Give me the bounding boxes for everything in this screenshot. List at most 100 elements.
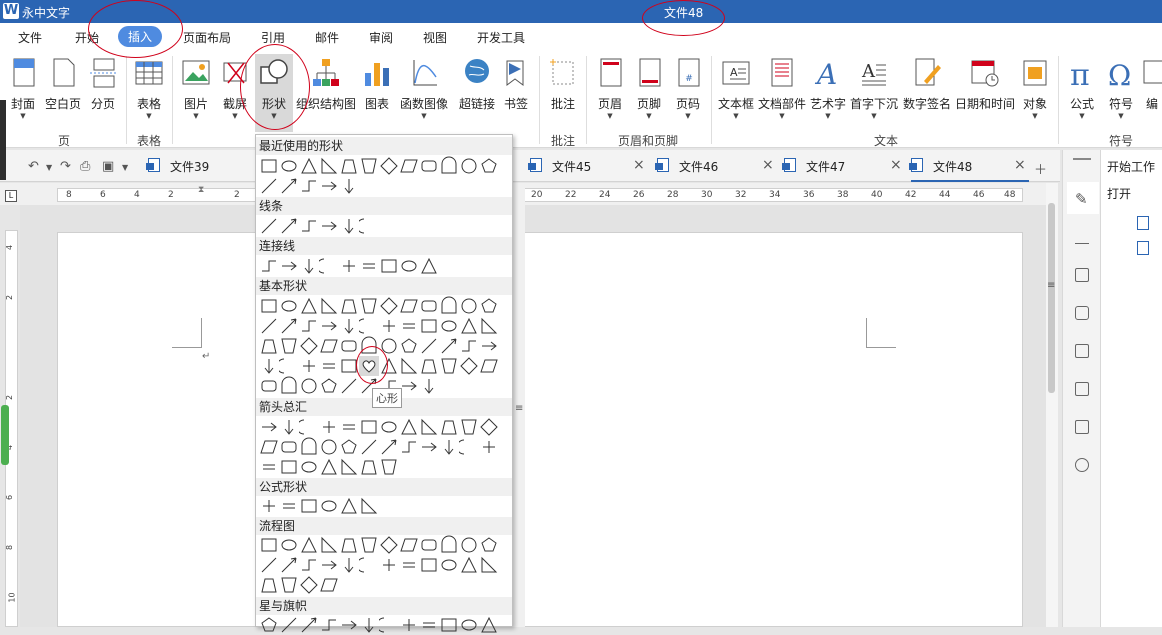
shape-thumbnail[interactable]	[419, 356, 439, 376]
close-icon[interactable]: ×	[762, 157, 774, 173]
shape-thumbnail[interactable]	[259, 296, 279, 316]
shape-thumbnail[interactable]	[299, 316, 319, 336]
shape-thumbnail[interactable]	[299, 176, 319, 196]
shape-thumbnail[interactable]	[299, 615, 319, 635]
shape-thumbnail[interactable]	[279, 156, 299, 176]
shape-thumbnail[interactable]	[279, 356, 299, 376]
shape-thumbnail[interactable]	[319, 176, 339, 196]
shape-thumbnail[interactable]	[339, 336, 359, 356]
shape-thumbnail[interactable]	[319, 457, 339, 477]
shape-thumbnail[interactable]	[319, 336, 339, 356]
shape-thumbnail[interactable]	[359, 555, 379, 575]
shape-thumbnail[interactable]	[259, 496, 279, 516]
shape-thumbnail[interactable]	[279, 615, 299, 635]
header-button[interactable]: 页眉 ▼	[593, 54, 627, 132]
shape-thumbnail[interactable]	[299, 256, 319, 276]
shape-thumbnail[interactable]	[279, 417, 299, 437]
shape-thumbnail[interactable]	[279, 376, 299, 396]
shape-thumbnail[interactable]	[439, 316, 459, 336]
shape-thumbnail[interactable]	[419, 316, 439, 336]
help-icon[interactable]	[1075, 458, 1089, 472]
shape-thumbnail[interactable]	[319, 555, 339, 575]
shape-thumbnail[interactable]	[279, 496, 299, 516]
shape-thumbnail[interactable]	[419, 437, 439, 457]
shape-thumbnail[interactable]	[359, 457, 379, 477]
horizontal-ruler[interactable]: 8 6 4 2 2 20 22 24 26 28 30 32 34 36 38 …	[57, 185, 1023, 202]
shape-thumbnail[interactable]	[399, 336, 419, 356]
shape-thumbnail[interactable]	[419, 256, 439, 276]
shape-thumbnail[interactable]	[479, 555, 499, 575]
shape-thumbnail[interactable]	[479, 336, 499, 356]
tab-doc-48[interactable]: 文件48 ×	[909, 150, 1029, 182]
menu-developer[interactable]: 开发工具	[477, 29, 525, 46]
close-icon[interactable]: ×	[890, 157, 902, 173]
shape-thumbnail[interactable]	[479, 437, 499, 457]
recent-doc-icon[interactable]	[1137, 216, 1149, 230]
shape-thumbnail[interactable]	[339, 615, 359, 635]
shape-thumbnail[interactable]	[279, 216, 299, 236]
shape-thumbnail[interactable]	[259, 575, 279, 595]
shape-thumbnail[interactable]	[299, 356, 319, 376]
quick-access-dropdown-icon[interactable]: ▼	[122, 163, 128, 172]
shape-thumbnail[interactable]	[399, 296, 419, 316]
shape-thumbnail[interactable]	[259, 256, 279, 276]
shape-thumbnail[interactable]	[379, 296, 399, 316]
shape-thumbnail[interactable]	[259, 356, 279, 376]
comment-button[interactable]: 批注	[546, 54, 580, 132]
shape-thumbnail[interactable]	[399, 376, 419, 396]
shape-thumbnail[interactable]	[459, 417, 479, 437]
shape-thumbnail[interactable]	[259, 535, 279, 555]
shape-thumbnail[interactable]	[299, 437, 319, 457]
shape-thumbnail[interactable]	[319, 575, 339, 595]
print-preview-icon[interactable]: ⎙	[80, 159, 90, 174]
menu-mailings[interactable]: 邮件	[315, 29, 339, 46]
shape-thumbnail[interactable]	[359, 417, 379, 437]
shape-thumbnail[interactable]	[279, 535, 299, 555]
shape-thumbnail[interactable]	[479, 417, 499, 437]
shape-thumbnail[interactable]	[339, 316, 359, 336]
doc-parts-button[interactable]: 文档部件 ▼	[758, 54, 806, 132]
shape-thumbnail[interactable]	[299, 457, 319, 477]
indent-marker-icon[interactable]: ⧗	[198, 185, 204, 195]
shape-thumbnail[interactable]	[359, 156, 379, 176]
shape-thumbnail[interactable]	[379, 256, 399, 276]
clipboard-icon[interactable]	[1075, 344, 1089, 358]
shape-thumbnail[interactable]	[299, 496, 319, 516]
wordart-button[interactable]: A 艺术字 ▼	[809, 54, 847, 132]
shape-thumbnail[interactable]	[279, 437, 299, 457]
shape-thumbnail[interactable]	[339, 457, 359, 477]
save-icon[interactable]: ▣	[102, 159, 114, 174]
shape-thumbnail[interactable]	[379, 316, 399, 336]
table-button[interactable]: 表格 ▼	[132, 54, 166, 132]
shape-thumbnail[interactable]	[359, 316, 379, 336]
page-break-button[interactable]: 分页	[86, 54, 120, 132]
shape-thumbnail[interactable]	[439, 417, 459, 437]
bookmark-button[interactable]: 书签	[500, 54, 532, 132]
shape-thumbnail[interactable]	[339, 555, 359, 575]
shape-thumbnail[interactable]	[279, 336, 299, 356]
shape-thumbnail[interactable]	[299, 296, 319, 316]
shape-thumbnail[interactable]	[419, 615, 439, 635]
tab-doc-45[interactable]: 文件45 ×	[528, 150, 655, 182]
function-graph-button[interactable]: 函数图像 ▼	[398, 54, 450, 132]
shape-thumbnail[interactable]	[319, 156, 339, 176]
shape-thumbnail[interactable]	[259, 176, 279, 196]
shape-thumbnail[interactable]	[279, 176, 299, 196]
shape-thumbnail[interactable]	[339, 496, 359, 516]
hyperlink-button[interactable]: 超链接	[457, 54, 497, 132]
shape-thumbnail[interactable]	[359, 437, 379, 457]
menu-view[interactable]: 视图	[423, 29, 447, 46]
shape-thumbnail[interactable]	[459, 437, 479, 457]
shape-thumbnail[interactable]	[459, 296, 479, 316]
tab-doc-39[interactable]: 文件39	[146, 150, 258, 182]
vertical-scrollbar[interactable]: ≡	[1046, 183, 1058, 627]
numbering-button[interactable]: 编	[1142, 54, 1162, 132]
shape-thumbnail[interactable]	[359, 535, 379, 555]
object-button[interactable]: 对象 ▼	[1018, 54, 1052, 132]
shape-thumbnail[interactable]	[339, 535, 359, 555]
shape-thumbnail[interactable]	[339, 156, 359, 176]
shape-thumbnail[interactable]	[259, 336, 279, 356]
shape-thumbnail[interactable]	[439, 296, 459, 316]
shape-thumbnail[interactable]	[459, 336, 479, 356]
equation-button[interactable]: π 公式 ▼	[1064, 54, 1100, 132]
